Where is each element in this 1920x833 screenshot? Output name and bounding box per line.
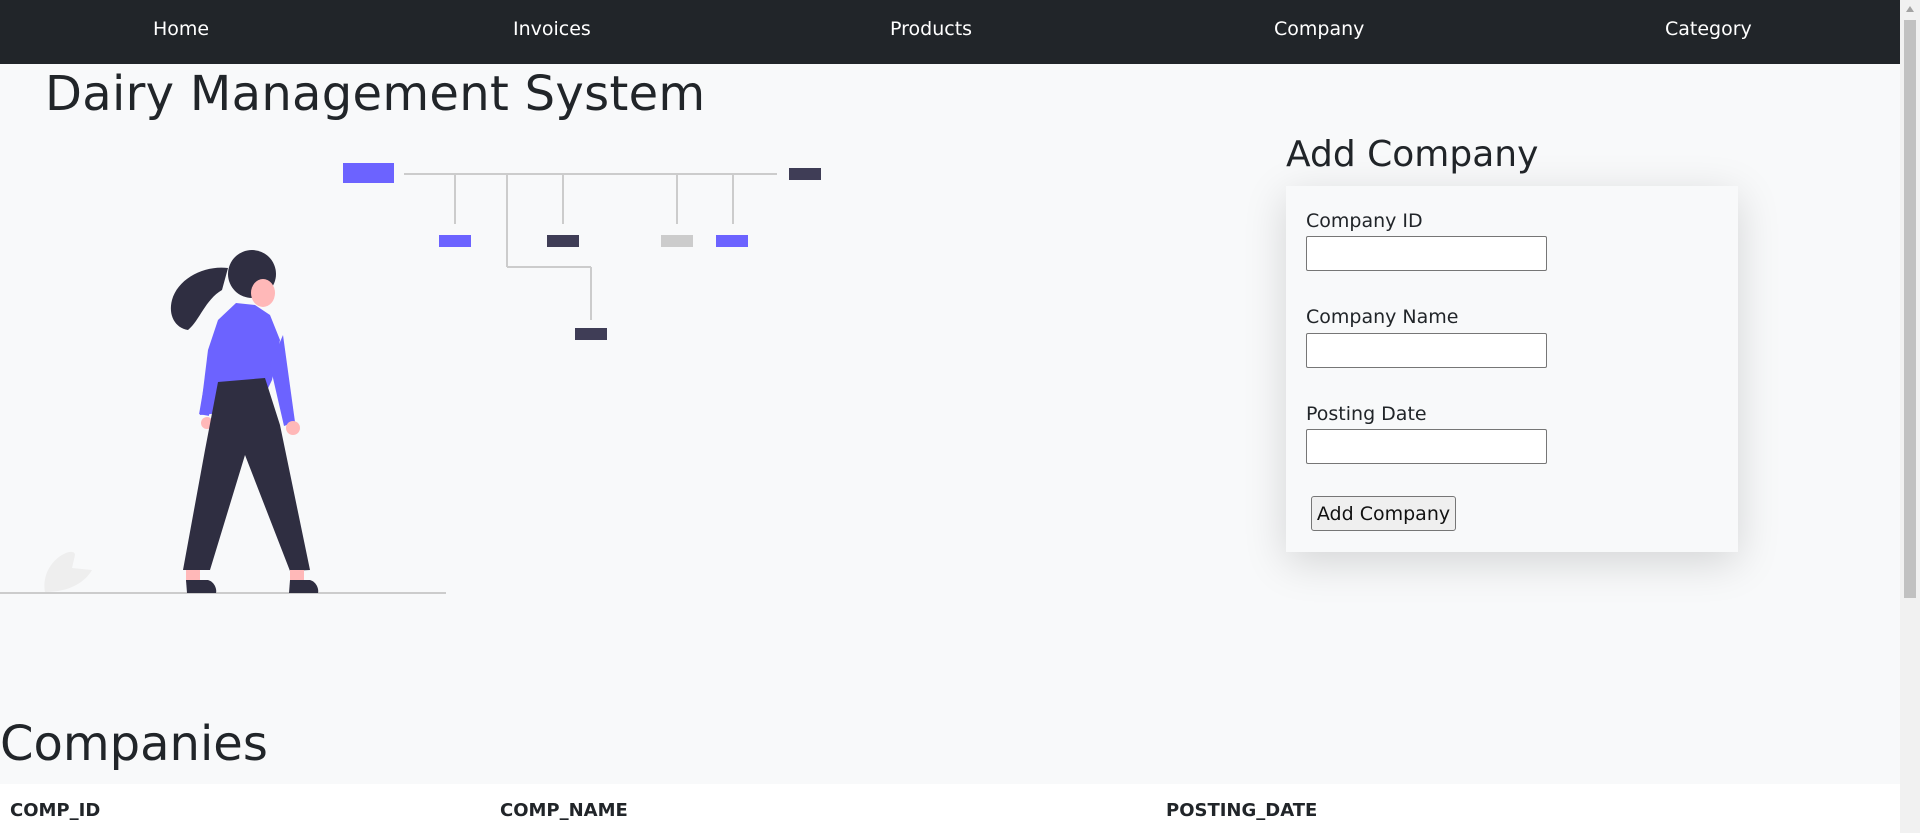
column-header-comp-id: COMP_ID	[10, 800, 101, 821]
org-chart-node	[439, 235, 471, 247]
nav-home-link[interactable]: Home	[153, 18, 209, 40]
nav-products-link[interactable]: Products	[890, 18, 972, 40]
posting-date-label: Posting Date	[1306, 403, 1427, 425]
nav-category-link[interactable]: Category	[1665, 18, 1752, 40]
org-chart-node	[716, 235, 748, 247]
company-name-label: Company Name	[1306, 306, 1459, 328]
plant-leaf	[44, 551, 92, 592]
add-company-button[interactable]: Add Company	[1311, 496, 1456, 531]
scrollbar-thumb[interactable]	[1904, 20, 1916, 598]
company-name-input[interactable]	[1306, 333, 1547, 368]
nav-company-link[interactable]: Company	[1274, 18, 1364, 40]
scroll-up-arrow-icon[interactable]	[1906, 6, 1914, 12]
page-title: Dairy Management System	[45, 66, 706, 122]
top-navbar: Home Invoices Products Company Category	[0, 0, 1900, 64]
add-company-form: Company ID Company Name Posting Date Add…	[1286, 186, 1738, 552]
org-chart-node	[789, 168, 821, 180]
posting-date-input[interactable]	[1306, 429, 1547, 464]
vertical-scrollbar[interactable]	[1900, 0, 1920, 833]
companies-title: Companies	[0, 716, 268, 772]
org-chart-node	[547, 235, 579, 247]
org-chart-node	[575, 328, 607, 340]
nav-invoices-link[interactable]: Invoices	[513, 18, 591, 40]
companies-table: COMP_ID COMP_NAME POSTING_DATE	[0, 784, 1900, 833]
woman-org-chart-illustration	[0, 163, 821, 594]
add-company-heading: Add Company	[1286, 134, 1539, 175]
column-header-comp-name: COMP_NAME	[500, 800, 628, 821]
column-header-posting-date: POSTING_DATE	[1166, 800, 1318, 821]
woman-figure	[170, 250, 319, 593]
org-chart-node	[661, 235, 693, 247]
company-id-label: Company ID	[1306, 210, 1423, 232]
company-id-input[interactable]	[1306, 236, 1547, 271]
org-chart-root-node	[343, 163, 394, 183]
